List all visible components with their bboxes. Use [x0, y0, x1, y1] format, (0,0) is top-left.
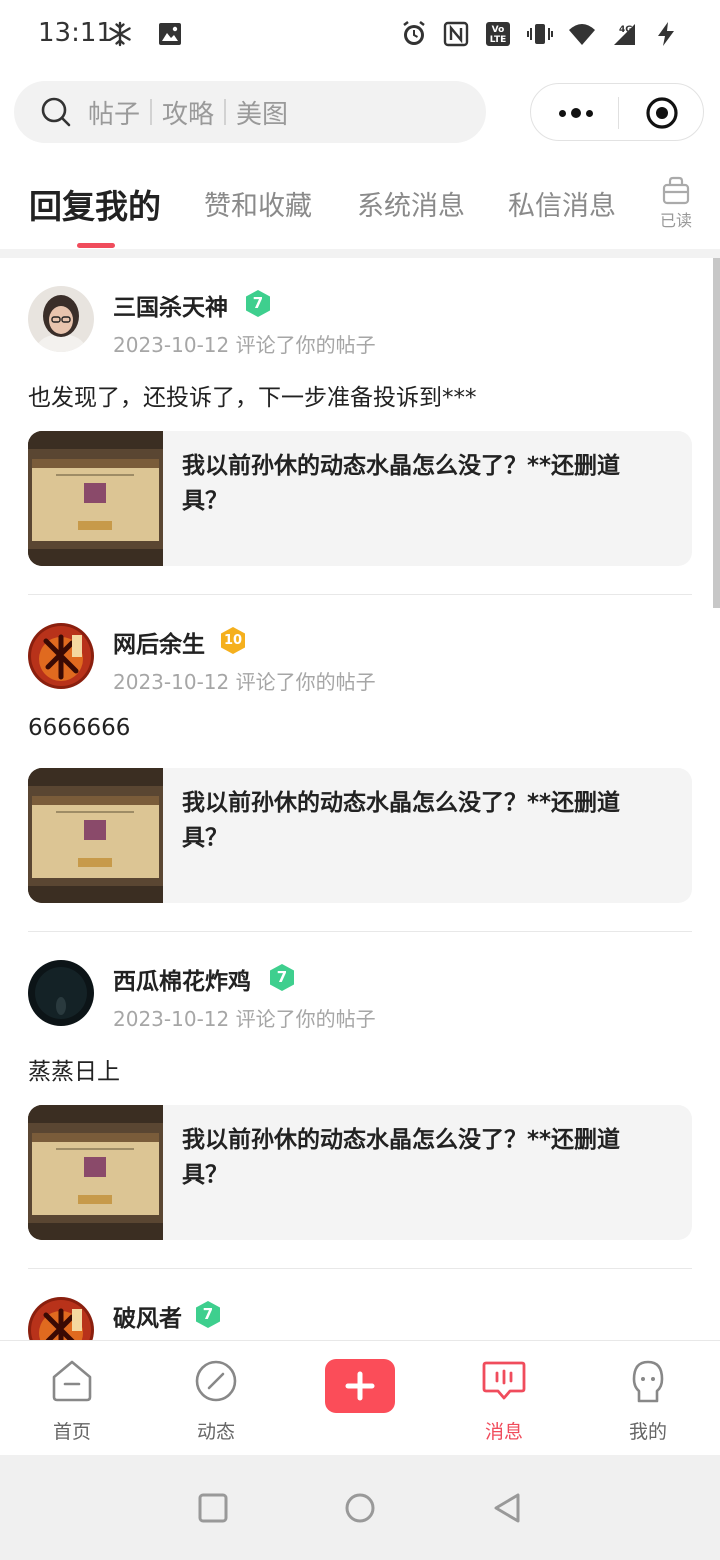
plus-icon — [345, 1371, 375, 1401]
wifi-icon — [568, 20, 596, 48]
search-bar[interactable]: 帖子 攻略 美图 — [14, 81, 486, 143]
username[interactable]: 西瓜棉花炸鸡 — [113, 962, 251, 996]
post-thumbnail — [28, 1105, 163, 1240]
comment-meta: 2023-10-12 评论了你的帖子 — [113, 329, 376, 358]
search-separator — [224, 99, 227, 125]
image-icon — [156, 20, 184, 48]
nav-label: 消息 — [484, 1421, 523, 1443]
comment-meta: 2023-10-12 评论了你的帖子 — [113, 666, 376, 695]
status-time: 13:11 — [38, 18, 113, 48]
nfc-icon — [442, 20, 470, 48]
post-card[interactable]: 我以前孙休的动态水晶怎么没了？**还删道具？ — [28, 768, 692, 903]
username[interactable]: 三国杀天神 — [113, 288, 228, 322]
close-miniprogram-icon[interactable] — [645, 96, 679, 130]
level-badge: 7 — [194, 1300, 222, 1329]
tab-replies[interactable]: 回复我的 — [29, 180, 161, 228]
post-card[interactable]: 我以前孙休的动态水晶怎么没了？**还删道具？ — [28, 431, 692, 566]
comment-action: 评论了你的帖子 — [235, 333, 376, 357]
capsule-divider — [618, 97, 619, 129]
message-icon — [482, 1361, 526, 1400]
signal-4g-icon: 4G — [610, 20, 638, 48]
mark-all-read-button[interactable]: 已读 — [656, 176, 696, 231]
vibrate-icon — [526, 20, 554, 48]
search-separator — [150, 99, 153, 125]
mark-read-icon — [662, 176, 690, 205]
avatar[interactable] — [28, 286, 94, 352]
bottom-navigation: 首页 动态 消息 我的 — [0, 1340, 720, 1455]
post-thumbnail — [28, 768, 163, 903]
comment-action: 评论了你的帖子 — [235, 1007, 376, 1031]
comment-action: 评论了你的帖子 — [235, 670, 376, 694]
search-keyword: 美图 — [236, 99, 289, 130]
post-title: 我以前孙休的动态水晶怎么没了？**还删道具？ — [182, 1127, 621, 1188]
charging-icon — [652, 20, 680, 48]
scrollbar[interactable] — [713, 258, 720, 608]
svg-text:Vo: Vo — [492, 25, 505, 35]
nav-messages[interactable]: 消息 — [454, 1357, 554, 1444]
message-tabs: 回复我的 赞和收藏 系统消息 私信消息 已读 — [0, 170, 720, 250]
svg-text:LTE: LTE — [490, 35, 507, 45]
square-icon — [198, 1493, 228, 1523]
item-divider — [28, 594, 692, 595]
tab-system-messages[interactable]: 系统消息 — [357, 184, 465, 223]
back-button[interactable] — [490, 1491, 524, 1525]
svg-text:4G: 4G — [619, 25, 633, 35]
search-keyword: 攻略 — [162, 99, 215, 130]
snowflake-icon — [106, 20, 134, 48]
circle-icon — [345, 1493, 375, 1523]
level-badge: 7 — [244, 289, 272, 318]
tab-private-messages[interactable]: 私信消息 — [508, 184, 616, 223]
item-divider — [28, 1268, 692, 1269]
mark-all-read-label: 已读 — [659, 211, 692, 230]
nav-label: 我的 — [628, 1421, 667, 1443]
item-divider — [28, 931, 692, 932]
comment-text: 也发现了，还投诉了，下一步准备投诉到*** — [28, 385, 477, 411]
level-badge: 7 — [268, 963, 296, 992]
nav-label: 动态 — [196, 1421, 235, 1443]
post-title: 我以前孙休的动态水晶怎么没了？**还删道具？ — [182, 453, 621, 514]
username[interactable]: 网后余生 — [113, 625, 205, 659]
comment-text: 蒸蒸日上 — [28, 1059, 120, 1085]
comment-date: 2023-10-12 — [113, 1007, 230, 1031]
comment-date: 2023-10-12 — [113, 333, 230, 357]
active-tab-indicator — [77, 243, 115, 248]
avatar[interactable] — [28, 1297, 94, 1340]
search-icon — [41, 97, 71, 127]
miniprogram-capsule — [530, 83, 704, 141]
post-card[interactable]: 我以前孙休的动态水晶怎么没了？**还删道具？ — [28, 1105, 692, 1240]
comment-meta: 2023-10-12 评论了你的帖子 — [113, 1003, 376, 1032]
publish-button[interactable] — [325, 1359, 395, 1413]
profile-icon — [632, 1360, 664, 1403]
nav-profile[interactable]: 我的 — [598, 1357, 698, 1444]
nav-home[interactable]: 首页 — [22, 1357, 122, 1444]
tab-likes-favorites[interactable]: 赞和收藏 — [204, 184, 312, 223]
more-options-button[interactable] — [556, 102, 596, 124]
compass-icon — [195, 1360, 237, 1402]
recent-apps-button[interactable] — [196, 1491, 230, 1525]
avatar[interactable] — [28, 623, 94, 689]
search-keyword: 帖子 — [88, 99, 141, 130]
volte-icon: Vo LTE — [484, 20, 512, 48]
search-placeholder: 帖子 攻略 美图 — [88, 94, 288, 131]
home-button[interactable] — [343, 1491, 377, 1525]
nav-label: 首页 — [52, 1421, 91, 1443]
reply-list[interactable]: 三国杀天神 7 2023-10-12 评论了你的帖子 也发现了，还投诉了，下一步… — [0, 258, 720, 1340]
section-separator — [0, 249, 720, 258]
level-badge: 10 — [219, 626, 247, 655]
comment-date: 2023-10-12 — [113, 670, 230, 694]
home-icon — [52, 1360, 92, 1402]
post-thumbnail — [28, 431, 163, 566]
nav-feed[interactable]: 动态 — [166, 1357, 266, 1444]
back-triangle-icon — [494, 1493, 520, 1523]
username[interactable]: 破风者 — [113, 1299, 182, 1333]
system-navigation-bar — [0, 1455, 720, 1560]
comment-text: 6666666 — [28, 715, 131, 741]
post-title: 我以前孙休的动态水晶怎么没了？**还删道具？ — [182, 790, 621, 851]
status-bar: 13:11 Vo LTE 4G — [0, 0, 720, 70]
avatar[interactable] — [28, 960, 94, 1026]
alarm-icon — [400, 20, 428, 48]
